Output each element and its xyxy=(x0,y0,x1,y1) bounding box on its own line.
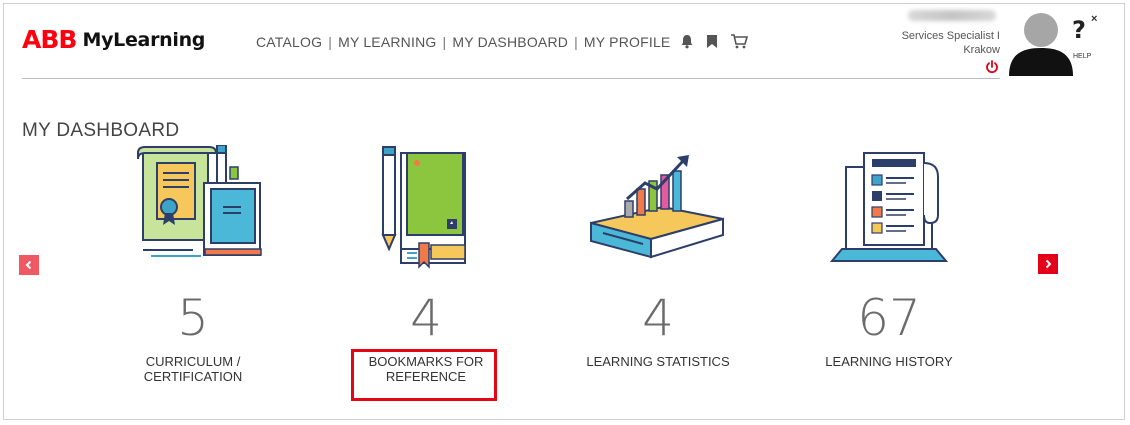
header-icons xyxy=(680,33,749,54)
bookmarks-highlight-box xyxy=(351,349,497,401)
label-line: LEARNING STATISTICS xyxy=(586,354,730,369)
abb-logo: ABB xyxy=(22,25,77,54)
nav-my-dashboard[interactable]: MY DASHBOARD xyxy=(452,34,568,50)
chevron-left-icon xyxy=(25,260,32,270)
nav-separator: | xyxy=(574,34,578,50)
nav-separator: | xyxy=(328,34,333,50)
carousel-next-button[interactable] xyxy=(1038,254,1058,274)
history-illustration xyxy=(784,140,994,270)
bookmark-book-illustration xyxy=(321,140,531,270)
certificate-illustration xyxy=(88,140,298,270)
help-label: HELP xyxy=(1073,53,1092,60)
nav-catalog[interactable]: CATALOG xyxy=(256,34,322,50)
chevron-right-icon xyxy=(1045,259,1052,269)
bell-icon[interactable] xyxy=(680,34,694,54)
bookmarks-count: 4 xyxy=(410,289,442,347)
user-role: Services Specialist I Krakow xyxy=(840,29,1000,57)
power-icon[interactable] xyxy=(985,60,999,79)
nav-my-learning[interactable]: MY LEARNING xyxy=(338,34,436,50)
cart-icon[interactable] xyxy=(730,33,749,54)
user-role-title: Services Specialist I xyxy=(901,30,1000,42)
label-line: CERTIFICATION xyxy=(143,369,243,384)
user-location: Krakow xyxy=(963,44,1000,56)
close-icon: × xyxy=(1091,13,1098,25)
carousel-prev-button[interactable] xyxy=(19,255,39,275)
dashboard-card-statistics[interactable]: 4 LEARNING STATISTICS xyxy=(553,140,763,369)
dashboard-card-bookmarks[interactable]: 4 BOOKMARKS FOR REFERENCE xyxy=(321,140,531,384)
help-icon: ? xyxy=(1072,16,1086,44)
product-name: MyLearning xyxy=(82,28,206,51)
curriculum-count: 5 xyxy=(177,289,209,347)
dashboard-card-curriculum[interactable]: 5 CURRICULUM / CERTIFICATION xyxy=(88,140,298,384)
statistics-count: 4 xyxy=(642,289,674,347)
history-count: 67 xyxy=(857,289,921,347)
history-label: LEARNING HISTORY xyxy=(784,354,994,369)
page-title: MY DASHBOARD xyxy=(22,120,180,141)
nav-separator: | xyxy=(442,34,447,50)
curriculum-label: CURRICULUM / CERTIFICATION xyxy=(88,354,298,384)
statistics-illustration xyxy=(553,140,763,270)
bookmark-icon[interactable] xyxy=(706,34,718,54)
label-line: LEARNING HISTORY xyxy=(825,354,953,369)
label-line: CURRICULUM / xyxy=(145,354,241,369)
dashboard-card-history[interactable]: 67 LEARNING HISTORY xyxy=(784,140,994,369)
statistics-label: LEARNING STATISTICS xyxy=(553,354,763,369)
user-name-blurred xyxy=(880,10,1000,22)
avatar[interactable] xyxy=(1007,8,1075,76)
main-nav: CATALOG | MY LEARNING | MY DASHBOARD | MY PROF… xyxy=(256,34,670,50)
nav-my-profile[interactable]: MY PROFILE xyxy=(584,34,671,50)
abb-mylearning-logo[interactable]: ABB MyLearning xyxy=(22,27,205,52)
header-divider xyxy=(22,78,1000,79)
help-button[interactable]: ? × HELP xyxy=(1068,13,1108,63)
